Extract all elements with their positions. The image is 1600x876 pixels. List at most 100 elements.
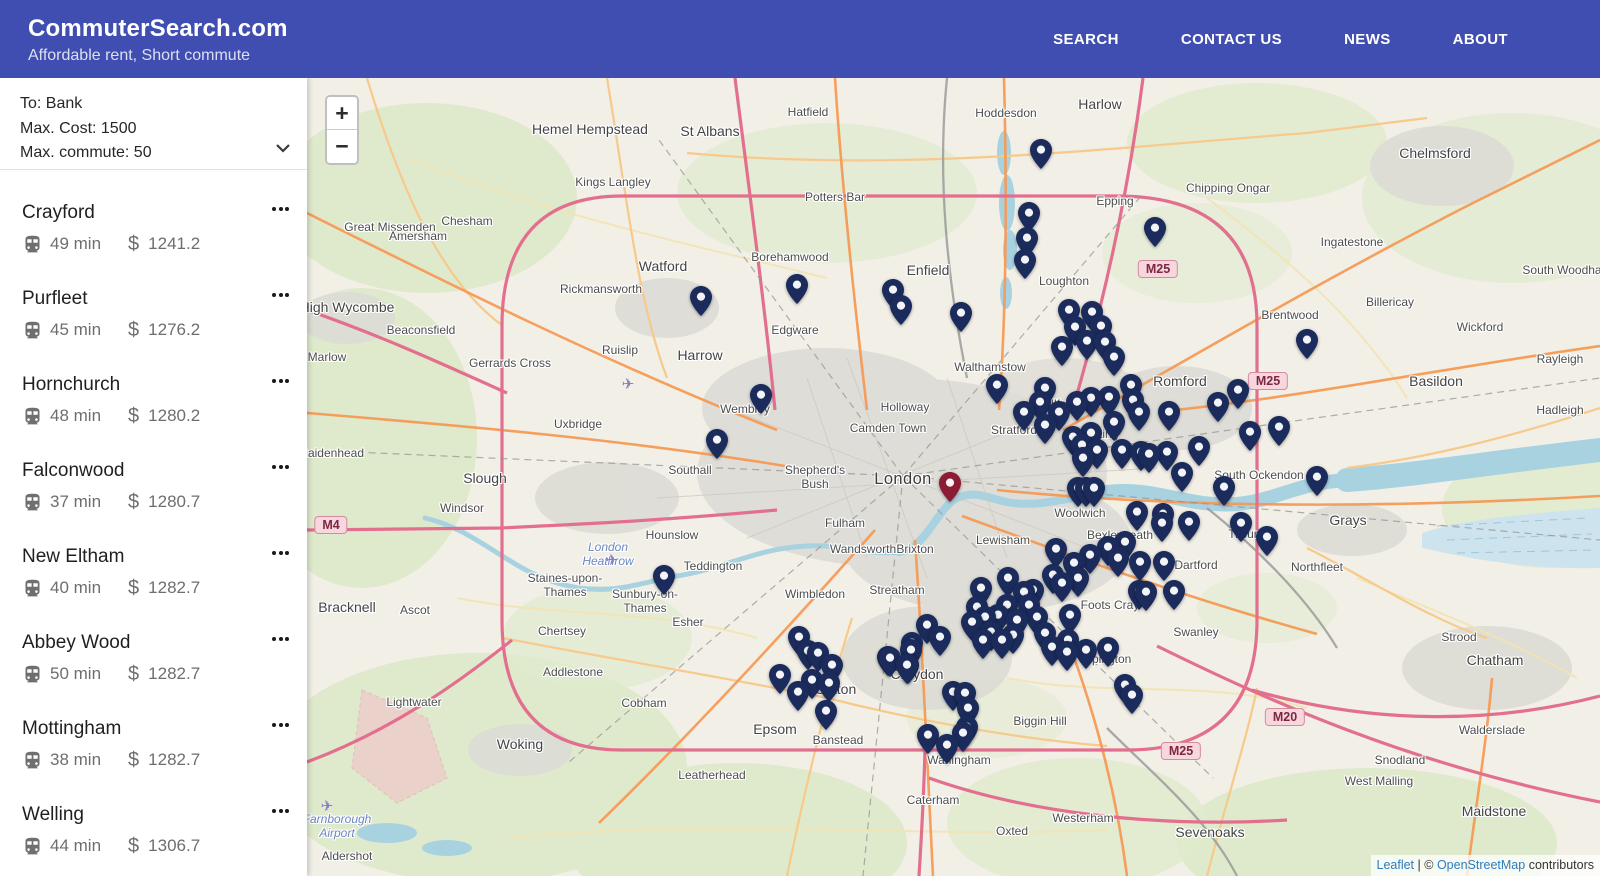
result-item[interactable]: Crayford 49 min $ 1241.2	[0, 183, 307, 269]
map-marker[interactable]	[1056, 641, 1078, 671]
result-name: Crayford	[22, 202, 95, 223]
map-marker[interactable]	[706, 429, 728, 459]
result-item[interactable]: New Eltham 40 min $ 1282.7	[0, 527, 307, 613]
map-marker[interactable]	[1153, 551, 1175, 581]
zoom-in-button[interactable]: +	[327, 97, 357, 130]
map-marker[interactable]	[1072, 447, 1094, 477]
map-marker[interactable]	[1030, 139, 1052, 169]
map-marker[interactable]	[991, 629, 1013, 659]
result-name: Abbey Wood	[22, 632, 131, 653]
map-marker[interactable]	[1227, 379, 1249, 409]
nav-about[interactable]: ABOUT	[1453, 31, 1508, 48]
result-item[interactable]: Abbey Wood 50 min $ 1282.7	[0, 613, 307, 699]
rent-cost: 1282.7	[148, 578, 201, 597]
map-marker[interactable]	[1158, 401, 1180, 431]
rent-cost: 1241.2	[148, 234, 201, 253]
map-marker[interactable]	[1306, 466, 1328, 496]
map-marker[interactable]	[1151, 512, 1173, 542]
map-marker[interactable]	[1126, 501, 1148, 531]
filter-summary[interactable]: To: Bank Max. Cost: 1500 Max. commute: 5…	[0, 78, 307, 170]
result-item[interactable]: Mottingham 38 min $ 1282.7	[0, 699, 307, 785]
nav-news[interactable]: NEWS	[1344, 31, 1391, 48]
map-marker[interactable]	[1178, 511, 1200, 541]
filter-destination: To: Bank	[20, 95, 83, 112]
more-options-button[interactable]	[270, 717, 291, 733]
filter-max-commute: Max. commute: 50	[20, 144, 152, 161]
map-marker[interactable]	[1163, 580, 1185, 610]
osm-link[interactable]: OpenStreetMap	[1437, 858, 1525, 872]
map-marker[interactable]	[1171, 462, 1193, 492]
map-marker[interactable]	[1268, 416, 1290, 446]
map-marker[interactable]	[1051, 572, 1073, 602]
results-sidebar: To: Bank Max. Cost: 1500 Max. commute: 5…	[0, 78, 307, 876]
dollar-icon: $	[128, 577, 140, 599]
map-marker[interactable]	[986, 374, 1008, 404]
map-marker[interactable]	[1097, 637, 1119, 667]
map-marker[interactable]	[896, 654, 918, 684]
more-options-button[interactable]	[270, 803, 291, 819]
map-marker[interactable]	[1138, 443, 1160, 473]
result-item[interactable]: Falconwood 37 min $ 1280.7	[0, 441, 307, 527]
map-marker[interactable]	[1135, 581, 1157, 611]
map-marker[interactable]	[750, 384, 772, 414]
copyright-symbol: ©	[1424, 858, 1434, 872]
attribution-separator: |	[1417, 858, 1421, 872]
map-marker[interactable]	[1107, 547, 1129, 577]
destination-marker[interactable]	[939, 472, 961, 502]
map-marker[interactable]	[1051, 336, 1073, 366]
map-marker[interactable]	[653, 565, 675, 595]
map-marker[interactable]	[1103, 346, 1125, 376]
dollar-icon: $	[128, 491, 140, 513]
map-marker[interactable]	[815, 700, 837, 730]
result-name: Welling	[22, 804, 84, 825]
map-marker[interactable]	[1121, 684, 1143, 714]
map-marker[interactable]	[1014, 249, 1036, 279]
map-marker[interactable]	[1128, 401, 1150, 431]
map-marker[interactable]	[929, 626, 951, 656]
zoom-out-button[interactable]: −	[327, 130, 357, 163]
app-header: CommuterSearch.com Affordable rent, Shor…	[0, 0, 1600, 78]
train-icon	[25, 837, 40, 854]
map-marker[interactable]	[1129, 551, 1151, 581]
map-marker[interactable]	[1296, 329, 1318, 359]
dollar-icon: $	[128, 835, 140, 857]
map-marker[interactable]	[1239, 421, 1261, 451]
map-marker[interactable]	[1034, 414, 1056, 444]
leaflet-link[interactable]: Leaflet	[1377, 858, 1415, 872]
nav-search[interactable]: SEARCH	[1053, 31, 1119, 48]
map-marker[interactable]	[787, 681, 809, 711]
map-marker[interactable]	[1083, 477, 1105, 507]
map-marker[interactable]	[950, 302, 972, 332]
map-marker[interactable]	[1144, 217, 1166, 247]
result-item[interactable]: Purfleet 45 min $ 1276.2	[0, 269, 307, 355]
more-options-button[interactable]	[270, 201, 291, 217]
more-options-button[interactable]	[270, 545, 291, 561]
map-marker[interactable]	[1207, 392, 1229, 422]
result-item[interactable]: Hornchurch 48 min $ 1280.2	[0, 355, 307, 441]
train-icon	[25, 493, 40, 510]
map-marker[interactable]	[818, 672, 840, 702]
map-marker[interactable]	[936, 734, 958, 764]
map-marker[interactable]	[1075, 639, 1097, 669]
more-options-button[interactable]	[270, 287, 291, 303]
map-marker[interactable]	[786, 274, 808, 304]
map-marker[interactable]	[890, 295, 912, 325]
map-marker[interactable]	[1213, 476, 1235, 506]
commute-time: 50 min	[50, 664, 102, 683]
map-marker[interactable]	[1256, 526, 1278, 556]
chevron-down-icon[interactable]	[271, 136, 295, 160]
more-options-button[interactable]	[270, 631, 291, 647]
more-options-button[interactable]	[270, 373, 291, 389]
map-marker[interactable]	[1230, 512, 1252, 542]
map[interactable]: Hatfield Harlow Hoddesdon Hemel Hempstead St…	[307, 78, 1600, 876]
commute-time: 45 min	[50, 320, 102, 339]
nav-contact-us[interactable]: CONTACT US	[1181, 31, 1282, 48]
map-zoom-control: + −	[325, 95, 359, 165]
more-options-button[interactable]	[270, 459, 291, 475]
map-marker[interactable]	[1013, 401, 1035, 431]
map-marker[interactable]	[1103, 411, 1125, 441]
filter-max-cost: Max. Cost: 1500	[20, 119, 137, 137]
map-marker[interactable]	[690, 286, 712, 316]
result-item[interactable]: Welling 44 min $ 1306.7	[0, 785, 307, 871]
main-nav: SEARCH CONTACT US NEWS ABOUT	[1053, 31, 1600, 48]
